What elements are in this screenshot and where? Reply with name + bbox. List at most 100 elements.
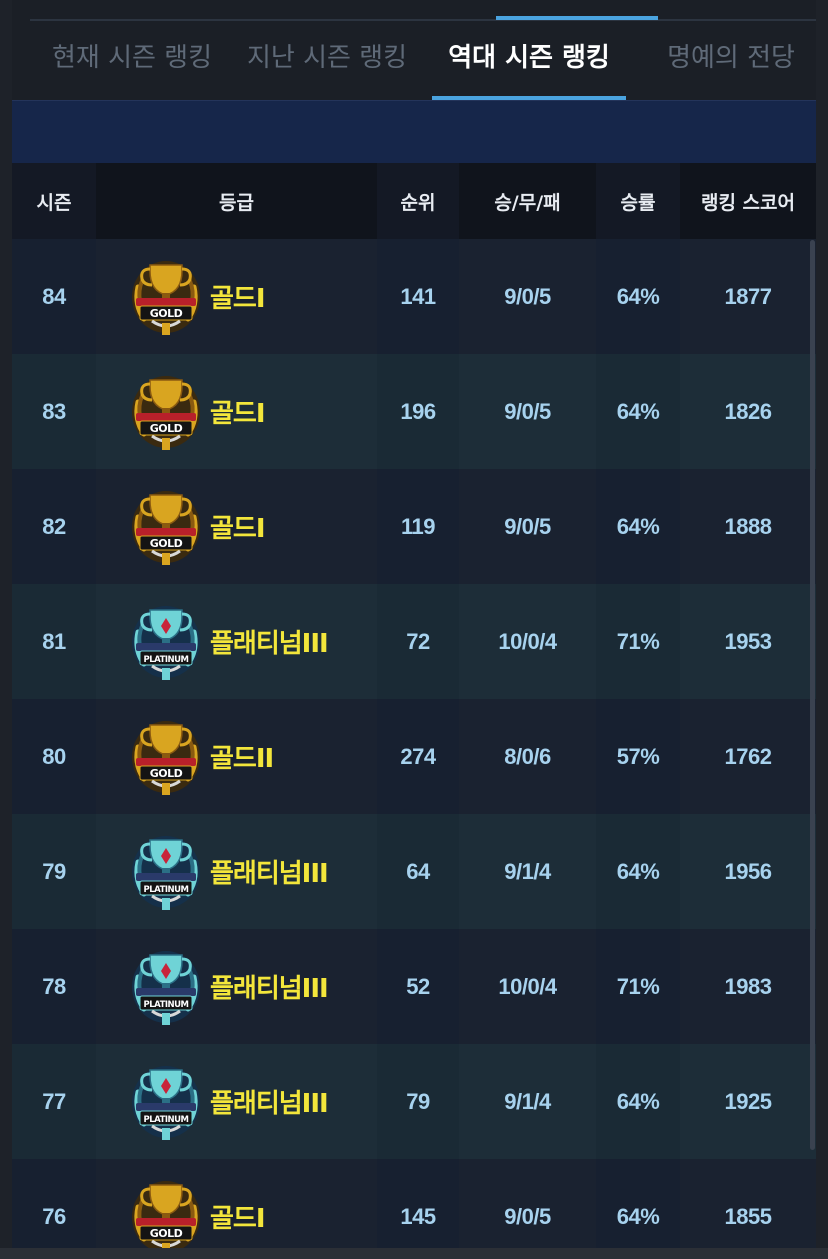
- header-season: 시즌: [12, 163, 96, 239]
- grade-cell: PLATINUM 플래티넘III: [96, 1044, 377, 1159]
- grade-label: 골드I: [210, 399, 266, 429]
- platinum-trophy-icon: PLATINUM: [128, 602, 204, 682]
- header-grade: 등급: [219, 191, 254, 214]
- season-cell: 82: [12, 469, 96, 584]
- svg-text:GOLD: GOLD: [150, 307, 183, 320]
- win-draw-loss-cell: 10/0/4: [498, 628, 557, 654]
- grade-cell: PLATINUM 플래티넘III: [96, 929, 377, 1044]
- header-banner: [12, 100, 816, 163]
- svg-text:PLATINUM: PLATINUM: [144, 1115, 189, 1125]
- win-rate-cell: 64%: [596, 469, 680, 584]
- svg-text:PLATINUM: PLATINUM: [144, 655, 189, 665]
- rank-cell: 52: [377, 929, 459, 1044]
- win-draw-loss-cell: 8/0/6: [504, 743, 551, 769]
- ranking-score-cell: 1983: [724, 973, 772, 999]
- rank-cell: 119: [377, 469, 459, 584]
- bottom-edge: [0, 1248, 828, 1259]
- table-row: 82 GOLD 골드I 119 9/0/5 64% 1888: [12, 469, 816, 584]
- win-draw-loss-cell: 9/0/5: [504, 513, 551, 539]
- ranking-score-cell: 1925: [724, 1088, 772, 1114]
- ranking-score-cell: 1826: [724, 398, 772, 424]
- win-rate-cell: 64%: [596, 239, 680, 354]
- win-rate-cell: 71%: [596, 584, 680, 699]
- svg-text:GOLD: GOLD: [150, 767, 183, 780]
- grade-cell: PLATINUM 플래티넘III: [96, 584, 377, 699]
- grade-label: 플래티넘III: [210, 1089, 329, 1119]
- table-row: 81 PLATINUM 플래티넘III 72 10/0/4 71% 1953: [12, 584, 816, 699]
- gold-trophy-icon: GOLD: [128, 372, 204, 452]
- grade-cell: GOLD 골드II: [96, 699, 377, 814]
- table-row: 79 PLATINUM 플래티넘III 64 9/1/4 64% 1956: [12, 814, 816, 929]
- grade-label: 골드I: [210, 514, 266, 544]
- scrollbar[interactable]: [810, 240, 815, 1150]
- rank-cell: 196: [377, 354, 459, 469]
- win-draw-loss-cell: 9/0/5: [504, 283, 551, 309]
- rank-cell: 64: [377, 814, 459, 929]
- tab-all-seasons[interactable]: 역대 시즌 랭킹: [432, 22, 626, 100]
- header-win-draw-loss: 승/무/패: [494, 191, 561, 214]
- win-rate-cell: 64%: [596, 1044, 680, 1159]
- platinum-trophy-icon: PLATINUM: [128, 1062, 204, 1142]
- table-row: 78 PLATINUM 플래티넘III 52 10/0/4 71% 1983: [12, 929, 816, 1044]
- svg-text:PLATINUM: PLATINUM: [144, 1000, 189, 1010]
- win-rate-cell: 64%: [596, 1159, 680, 1259]
- season-cell: 77: [12, 1044, 96, 1159]
- ranking-score-cell: 1855: [724, 1203, 772, 1229]
- gold-trophy-icon: GOLD: [128, 487, 204, 567]
- grade-cell: GOLD 골드I: [96, 469, 377, 584]
- win-draw-loss-cell: 9/0/5: [504, 398, 551, 424]
- ranking-score-cell: 1762: [724, 743, 772, 769]
- table-body: 84 GOLD 골드I 141 9/0/5 64% 1877 83 GOLD 골…: [12, 239, 816, 1259]
- grade-label: 플래티넘III: [210, 974, 329, 1004]
- win-rate-cell: 57%: [596, 699, 680, 814]
- table-row: 83 GOLD 골드I 196 9/0/5 64% 1826: [12, 354, 816, 469]
- season-cell: 83: [12, 354, 96, 469]
- season-cell: 80: [12, 699, 96, 814]
- win-draw-loss-cell: 9/1/4: [504, 1088, 551, 1114]
- ranking-score-cell: 1953: [724, 628, 772, 654]
- table-row: 77 PLATINUM 플래티넘III 79 9/1/4 64% 1925: [12, 1044, 816, 1159]
- season-cell: 76: [12, 1159, 96, 1259]
- header-rank: 순위: [377, 163, 459, 239]
- rank-cell: 274: [377, 699, 459, 814]
- platinum-trophy-icon: PLATINUM: [128, 947, 204, 1027]
- season-cell: 81: [12, 584, 96, 699]
- ranking-score-cell: 1888: [724, 513, 772, 539]
- svg-text:GOLD: GOLD: [150, 1227, 183, 1240]
- top-divider: [30, 19, 816, 21]
- platinum-trophy-icon: PLATINUM: [128, 832, 204, 912]
- rank-cell: 141: [377, 239, 459, 354]
- grade-label: 골드II: [210, 744, 274, 774]
- grade-label: 플래티넘III: [210, 859, 329, 889]
- season-cell: 79: [12, 814, 96, 929]
- table-row: 84 GOLD 골드I 141 9/0/5 64% 1877: [12, 239, 816, 354]
- tab-hall-of-fame[interactable]: 명예의 전당: [646, 22, 816, 98]
- table-header: 시즌 등급 순위 승/무/패 승률 랭킹 스코어: [12, 163, 816, 239]
- rank-cell: 145: [377, 1159, 459, 1259]
- grade-label: 골드I: [210, 284, 266, 314]
- gold-trophy-icon: GOLD: [128, 1177, 204, 1257]
- season-ranking-table: 시즌 등급 순위 승/무/패 승률 랭킹 스코어 84 GOLD 골드I 141…: [12, 163, 816, 1259]
- svg-text:GOLD: GOLD: [150, 422, 183, 435]
- gold-trophy-icon: GOLD: [128, 717, 204, 797]
- win-draw-loss-cell: 9/1/4: [504, 858, 551, 884]
- table-row: 80 GOLD 골드II 274 8/0/6 57% 1762: [12, 699, 816, 814]
- grade-cell: GOLD 골드I: [96, 239, 377, 354]
- grade-label: 플래티넘III: [210, 629, 329, 659]
- tab-last-season[interactable]: 지난 시즌 랭킹: [232, 22, 422, 98]
- win-draw-loss-cell: 10/0/4: [498, 973, 557, 999]
- ranking-score-cell: 1956: [724, 858, 772, 884]
- season-tabs: 현재 시즌 랭킹 지난 시즌 랭킹 역대 시즌 랭킹 명예의 전당: [12, 22, 816, 100]
- win-draw-loss-cell: 9/0/5: [504, 1203, 551, 1229]
- rank-cell: 79: [377, 1044, 459, 1159]
- ranking-score-cell: 1877: [724, 283, 772, 309]
- season-cell: 78: [12, 929, 96, 1044]
- tab-current-season[interactable]: 현재 시즌 랭킹: [32, 22, 232, 98]
- win-rate-cell: 71%: [596, 929, 680, 1044]
- grade-cell: GOLD 골드I: [96, 1159, 377, 1259]
- grade-cell: PLATINUM 플래티넘III: [96, 814, 377, 929]
- win-rate-cell: 64%: [596, 814, 680, 929]
- rank-cell: 72: [377, 584, 459, 699]
- table-row: 76 GOLD 골드I 145 9/0/5 64% 1855: [12, 1159, 816, 1259]
- grade-cell: GOLD 골드I: [96, 354, 377, 469]
